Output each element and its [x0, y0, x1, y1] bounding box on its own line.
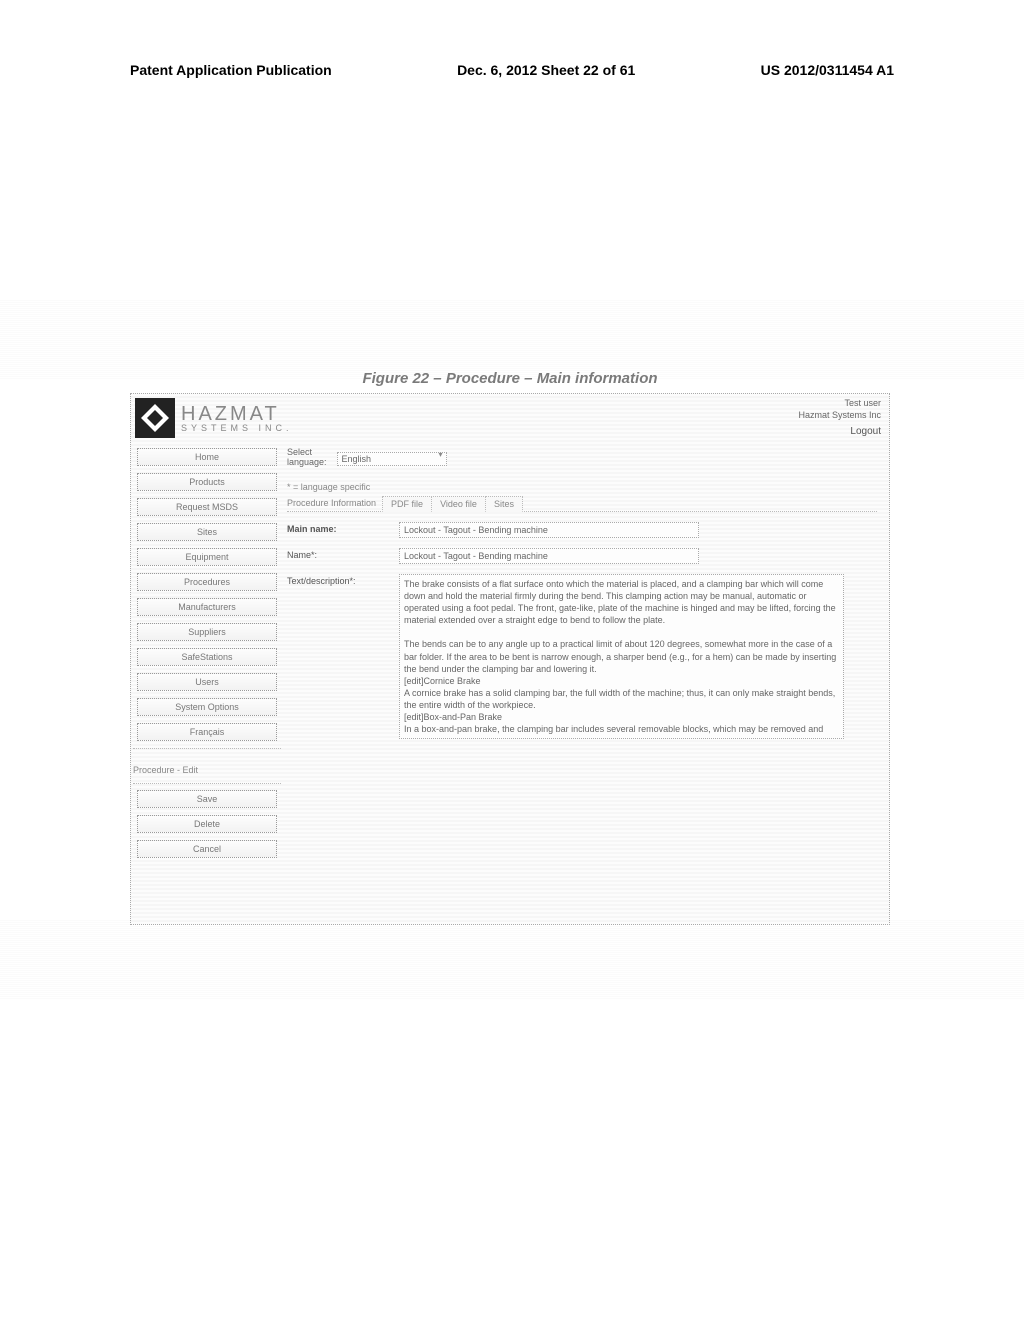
patent-number: US 2012/0311454 A1: [761, 62, 894, 78]
sidebar-item-suppliers[interactable]: Suppliers: [137, 623, 277, 641]
tabs-preface: Procedure Information: [287, 498, 376, 511]
sidebar-divider: [133, 748, 281, 749]
publication-label: Patent Application Publication: [130, 62, 332, 78]
app-window: HAZMAT SYSTEMS INC. Test user Hazmat Sys…: [130, 393, 890, 925]
delete-button[interactable]: Delete: [137, 815, 277, 833]
sidebar-item-products[interactable]: Products: [137, 473, 277, 491]
language-note: * = language specific: [287, 482, 877, 492]
sidebar-item-procedures[interactable]: Procedures: [137, 573, 277, 591]
logout-link[interactable]: Logout: [798, 425, 881, 438]
app-logo: HAZMAT SYSTEMS INC.: [135, 398, 293, 438]
current-company: Hazmat Systems Inc: [798, 410, 881, 422]
main-name-input[interactable]: [399, 522, 699, 538]
tab-video-file[interactable]: Video file: [431, 496, 486, 512]
main-name-label: Main name:: [287, 522, 387, 534]
sidebar-item-francais[interactable]: Français: [137, 723, 277, 741]
sidebar: Home Products Request MSDS Sites Equipme…: [137, 448, 277, 904]
tab-bar: Procedure Information PDF file Video fil…: [287, 495, 877, 512]
tab-sites[interactable]: Sites: [485, 496, 523, 512]
figure-title: Figure 22 – Procedure – Main information: [130, 370, 890, 387]
current-user: Test user: [798, 398, 881, 410]
sidebar-item-safestations[interactable]: SafeStations: [137, 648, 277, 666]
cancel-button[interactable]: Cancel: [137, 840, 277, 858]
description-label: Text/description*:: [287, 574, 387, 586]
sidebar-divider: [133, 783, 281, 784]
sidebar-item-sites[interactable]: Sites: [137, 523, 277, 541]
sidebar-section-title: Procedure - Edit: [133, 765, 277, 775]
sidebar-item-users[interactable]: Users: [137, 673, 277, 691]
name-label: Name*:: [287, 548, 387, 560]
sidebar-item-manufacturers[interactable]: Manufacturers: [137, 598, 277, 616]
logo-icon: [135, 398, 175, 438]
sidebar-item-request-msds[interactable]: Request MSDS: [137, 498, 277, 516]
language-select[interactable]: English: [337, 452, 447, 466]
sheet-info: Dec. 6, 2012 Sheet 22 of 61: [457, 62, 635, 78]
save-button[interactable]: Save: [137, 790, 277, 808]
header-user-block: Test user Hazmat Systems Inc Logout: [798, 398, 881, 438]
logo-main-text: HAZMAT: [181, 404, 293, 424]
patent-page-header: Patent Application Publication Dec. 6, 2…: [0, 62, 1024, 78]
sidebar-item-system-options[interactable]: System Options: [137, 698, 277, 716]
name-input[interactable]: [399, 548, 699, 564]
sidebar-item-home[interactable]: Home: [137, 448, 277, 466]
description-textarea[interactable]: [399, 574, 844, 739]
tab-pdf-file[interactable]: PDF file: [382, 496, 432, 512]
language-label: Select language:: [287, 448, 327, 468]
main-panel: Select language: English * = language sp…: [287, 448, 883, 904]
logo-sub-text: SYSTEMS INC.: [181, 424, 293, 433]
sidebar-item-equipment[interactable]: Equipment: [137, 548, 277, 566]
